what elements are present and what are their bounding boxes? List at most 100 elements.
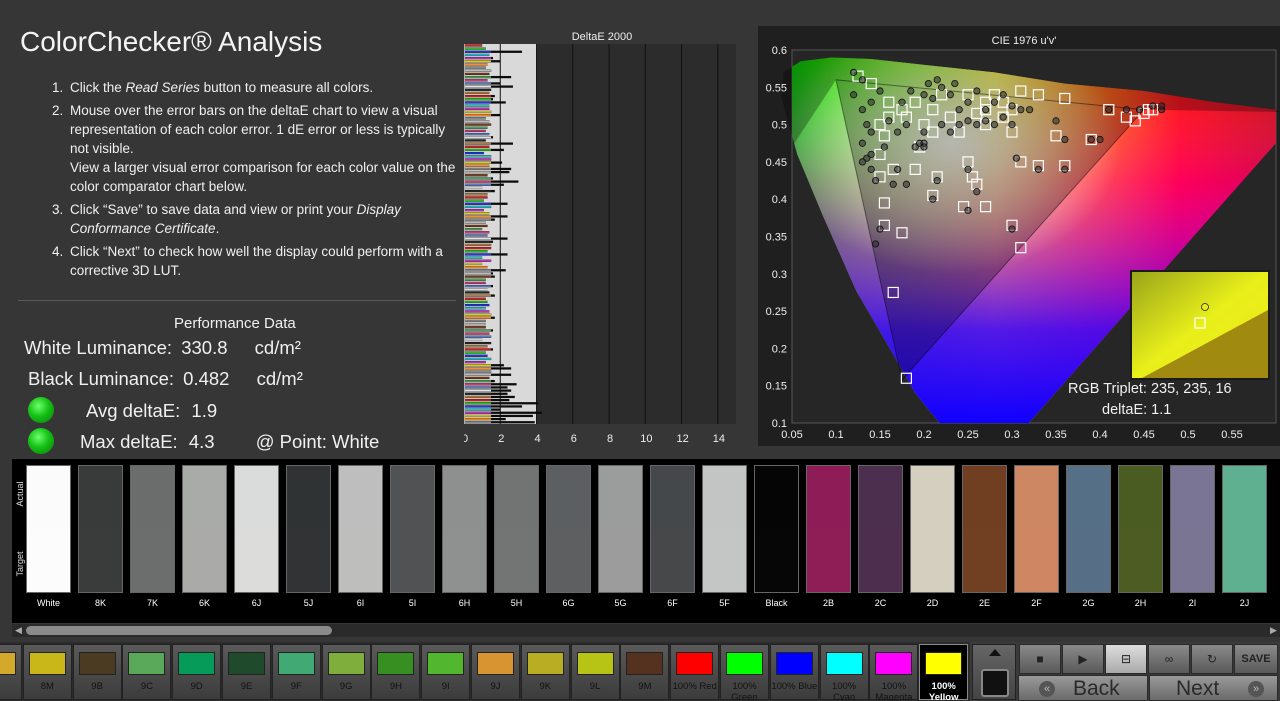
deltae-bar[interactable] [465, 332, 490, 335]
deltae-bar[interactable] [465, 421, 491, 424]
cie-measured-point[interactable] [938, 121, 946, 129]
deltae-bar[interactable] [465, 304, 490, 306]
cie-measured-point[interactable] [1149, 102, 1157, 110]
deltae-bar[interactable] [465, 329, 491, 332]
cie-measured-point[interactable] [876, 87, 884, 95]
deltae-bar[interactable] [465, 307, 486, 310]
patch-button[interactable]: 8M [22, 644, 72, 700]
deltae-bar[interactable] [465, 152, 484, 154]
deltae-bar[interactable] [465, 266, 488, 268]
read-series-button[interactable]: ⊟ [1105, 644, 1147, 674]
deltae-bar[interactable] [465, 364, 491, 367]
deltae-bar[interactable] [465, 263, 483, 265]
cie-measured-point[interactable] [1061, 165, 1069, 173]
comparator-swatch[interactable] [234, 465, 279, 593]
patch-button[interactable]: 9G [321, 644, 371, 700]
deltae-bar[interactable] [465, 335, 491, 338]
cie-measured-point[interactable] [964, 165, 972, 173]
cie-measured-point[interactable] [920, 128, 928, 136]
cie-measured-point[interactable] [933, 76, 941, 84]
deltae-bar[interactable] [465, 240, 491, 243]
deltae-bar[interactable] [465, 278, 486, 281]
cie-measured-point[interactable] [867, 150, 875, 159]
deltae-bar[interactable] [465, 402, 491, 405]
deltae-bar[interactable] [465, 297, 486, 300]
cie-measured-point[interactable] [946, 91, 954, 99]
cie-measured-point[interactable] [889, 180, 897, 188]
cie-measured-point[interactable] [946, 128, 954, 136]
deltae-bar[interactable] [465, 225, 488, 227]
cie-measured-point[interactable] [902, 180, 910, 188]
patch-button[interactable]: 9E [222, 644, 271, 700]
scroll-right-icon[interactable]: ▶ [1267, 624, 1280, 637]
comparator-swatch[interactable] [390, 465, 435, 593]
deltae-bar[interactable] [465, 133, 490, 135]
cie-measured-point[interactable] [955, 106, 963, 114]
comparator-swatch[interactable] [962, 465, 1007, 593]
deltae-bar[interactable] [465, 82, 491, 85]
deltae-bar[interactable] [465, 209, 484, 211]
next-button[interactable]: Next » [1149, 675, 1278, 701]
comparator-swatch[interactable] [598, 465, 643, 593]
comparator-swatch[interactable] [130, 465, 175, 593]
deltae-bar[interactable] [465, 190, 491, 192]
save-button[interactable]: SAVE [1234, 644, 1278, 674]
comparator-swatch[interactable] [182, 465, 227, 593]
deltae-bar[interactable] [465, 342, 491, 344]
cie-measured-point[interactable] [867, 98, 875, 106]
comparator-swatch[interactable] [1014, 465, 1059, 593]
cie-measured-point[interactable] [1025, 106, 1034, 114]
deltae-bar[interactable] [465, 69, 491, 72]
deltae-bar[interactable] [465, 79, 488, 82]
comparator-swatch[interactable] [806, 465, 851, 593]
patch-button[interactable]: 9M [620, 644, 670, 700]
back-button[interactable]: « Back [1018, 675, 1148, 701]
deltae-bar[interactable] [465, 149, 491, 151]
cie-measured-point[interactable] [1061, 135, 1069, 144]
comparator-swatch[interactable] [1222, 465, 1267, 593]
deltae-bar[interactable] [465, 316, 491, 319]
cie-measured-point[interactable] [867, 165, 875, 173]
deltae-bar[interactable] [465, 88, 491, 91]
deltae-bar[interactable] [465, 386, 491, 389]
deltae-bar[interactable] [465, 282, 486, 284]
deltae-bar[interactable] [465, 73, 490, 75]
comparator-swatch[interactable] [754, 465, 799, 593]
deltae-bar[interactable] [465, 383, 491, 386]
deltae-bar[interactable] [465, 95, 491, 97]
deltae-bar[interactable] [465, 253, 491, 256]
cie-measured-point[interactable] [933, 176, 941, 185]
deltae-bar[interactable] [465, 60, 491, 63]
deltae-bar[interactable] [465, 399, 491, 401]
deltae-bar[interactable] [465, 250, 488, 253]
deltae-bar[interactable] [465, 66, 486, 69]
cie-measured-point[interactable] [872, 240, 880, 248]
deltae-bar[interactable] [465, 377, 490, 379]
deltae-bar[interactable] [465, 310, 490, 313]
cie-measured-point[interactable] [964, 206, 972, 214]
cie-measured-point[interactable] [999, 113, 1007, 121]
deltae-bar[interactable] [465, 117, 486, 120]
cie-measured-point[interactable] [982, 106, 990, 114]
cie-measured-point[interactable] [1122, 106, 1130, 114]
comparator-swatch[interactable] [286, 465, 331, 593]
scroll-left-icon[interactable]: ◀ [12, 624, 25, 637]
deltae-bar[interactable] [465, 244, 491, 246]
deltae-bar[interactable] [465, 411, 491, 414]
deltae-bar[interactable] [465, 408, 491, 411]
deltae-bar[interactable] [465, 92, 490, 94]
deltae-bar[interactable] [465, 174, 488, 177]
deltae-bar[interactable] [465, 130, 486, 132]
deltae-bar[interactable] [465, 256, 483, 259]
patch-button[interactable]: 9H [371, 644, 421, 700]
comparator-swatch[interactable] [858, 465, 903, 593]
deltae-bar[interactable] [465, 396, 491, 398]
cie-measured-point[interactable] [973, 121, 981, 129]
deltae-bar[interactable] [465, 380, 491, 382]
deltae-bar[interactable] [465, 320, 486, 322]
deltae-bar[interactable] [465, 215, 491, 218]
deltae-bar[interactable] [465, 351, 486, 354]
comparator-swatch[interactable] [1170, 465, 1215, 593]
comparator-swatch[interactable] [650, 465, 695, 593]
comparator-swatch[interactable] [442, 465, 487, 593]
